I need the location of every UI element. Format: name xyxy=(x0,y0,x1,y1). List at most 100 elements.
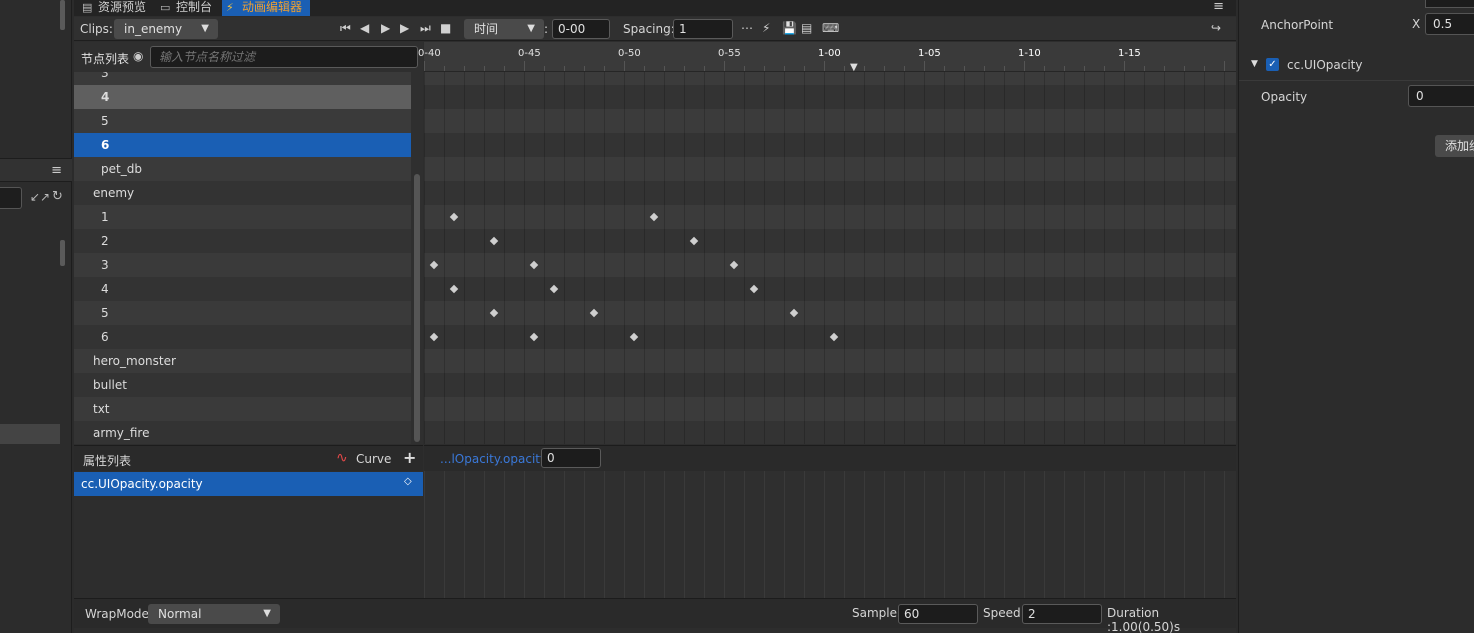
node-row[interactable]: 2 xyxy=(74,229,411,253)
grid-line xyxy=(1084,72,1085,444)
book-icon[interactable]: ▤ xyxy=(801,21,812,35)
exit-icon[interactable]: ↪ xyxy=(1211,21,1221,35)
playhead-marker-icon[interactable]: ▼ xyxy=(850,62,858,73)
grid-line xyxy=(1204,471,1205,598)
curve-icon[interactable]: ∿ xyxy=(336,450,348,466)
left-search-input[interactable] xyxy=(0,187,22,209)
left-panel: ≡ ↙↗ ↻ xyxy=(0,0,72,633)
timeline-row[interactable] xyxy=(424,181,1236,205)
property-row[interactable]: cc.UIOpacity.opacity xyxy=(74,472,423,496)
refresh-icon[interactable]: ↻ xyxy=(52,189,63,204)
speed-input[interactable]: 2 xyxy=(1022,604,1102,624)
ruler-tick xyxy=(504,66,505,71)
time-mode-select[interactable]: 时间 ▼ xyxy=(464,19,544,39)
curve-button[interactable]: Curve xyxy=(356,452,391,466)
property-timeline-label: ...lOpacity.opacity xyxy=(440,452,548,466)
event-icon[interactable]: ⚡ xyxy=(762,21,770,35)
node-row[interactable]: 3 xyxy=(74,253,411,277)
component-enable-checkbox[interactable]: ✓ xyxy=(1266,58,1279,71)
node-row[interactable]: 6 xyxy=(74,133,411,157)
jump-first-icon[interactable]: ⏮ xyxy=(340,21,351,36)
grid-line xyxy=(684,471,685,598)
tab-animation-editor[interactable]: ⚡ 动画编辑器 xyxy=(222,0,310,16)
chevron-down-icon: ▼ xyxy=(263,608,271,619)
node-row[interactable]: bullet xyxy=(74,373,411,397)
property-list-header: 属性列表 ∿ Curve + xyxy=(74,445,423,471)
timeline-row[interactable] xyxy=(424,301,1236,325)
node-scroll-thumb[interactable] xyxy=(414,174,420,442)
anchor-x-input[interactable]: 0.5 xyxy=(1425,13,1474,35)
property-value-input[interactable]: 0 xyxy=(541,448,601,468)
opacity-input[interactable]: 0 xyxy=(1408,85,1474,107)
timeline-row[interactable] xyxy=(424,109,1236,133)
tab-console[interactable]: ▭ 控制台 xyxy=(156,0,220,16)
timeline-grid[interactable] xyxy=(424,72,1236,444)
clip-select[interactable]: in_enemy ▼ xyxy=(114,19,218,39)
timeline-row[interactable] xyxy=(424,229,1236,253)
node-row[interactable]: 5 xyxy=(74,109,411,133)
wrapmode-select[interactable]: Normal ▼ xyxy=(148,604,280,624)
stop-icon[interactable]: ■ xyxy=(440,21,451,35)
timeline-row[interactable] xyxy=(424,373,1236,397)
left-selected-row[interactable] xyxy=(0,424,60,444)
timeline-row[interactable] xyxy=(424,349,1236,373)
left-scrollbar[interactable] xyxy=(60,240,65,266)
node-row[interactable]: hero_monster xyxy=(74,349,411,373)
eye-icon[interactable]: ◉ xyxy=(133,49,143,63)
timeline-row[interactable] xyxy=(424,205,1236,229)
grid-line xyxy=(1224,72,1225,444)
grid-dots-icon[interactable]: ⋯ xyxy=(741,21,753,35)
timeline-ruler[interactable]: 0-40 0-45 0-50 0-55 1-00 1-05 1-10 1-15 xyxy=(418,42,1236,72)
ruler-tick xyxy=(1224,61,1225,71)
timeline-row[interactable] xyxy=(424,72,1236,85)
node-row[interactable]: 5 xyxy=(74,301,411,325)
ruler-tick xyxy=(624,61,625,71)
collapse-icon[interactable]: ↙↗ xyxy=(30,190,50,204)
timeline-row[interactable] xyxy=(424,277,1236,301)
ruler-tick xyxy=(1164,66,1165,71)
sample-input[interactable]: 60 xyxy=(898,604,978,624)
grid-line xyxy=(1044,72,1045,444)
time-input[interactable]: 0-00 xyxy=(552,19,610,39)
node-filter-input[interactable] xyxy=(150,46,418,68)
timeline-row[interactable] xyxy=(424,397,1236,421)
ruler-tick xyxy=(424,61,425,71)
keyframe-diamond-icon[interactable]: ◇ xyxy=(404,476,412,487)
grid-line xyxy=(644,72,645,444)
timeline-row[interactable] xyxy=(424,253,1236,277)
node-row[interactable]: txt xyxy=(74,397,411,421)
timeline-row[interactable] xyxy=(424,157,1236,181)
inspector-input-top[interactable] xyxy=(1425,0,1474,8)
grid-line xyxy=(1064,471,1065,598)
node-row[interactable]: army_fire xyxy=(74,421,411,444)
property-timeline-grid[interactable] xyxy=(424,471,1236,598)
node-row[interactable]: 3 xyxy=(74,72,411,85)
add-property-button[interactable]: + xyxy=(403,448,416,467)
node-row[interactable]: enemy xyxy=(74,181,411,205)
node-row[interactable]: 1 xyxy=(74,205,411,229)
next-frame-icon[interactable]: ▶ xyxy=(400,21,409,35)
prev-frame-icon[interactable]: ◀ xyxy=(360,21,369,35)
ruler-tick xyxy=(1124,61,1125,71)
keyboard-icon[interactable]: ⌨ xyxy=(822,21,839,35)
node-row[interactable]: 6 xyxy=(74,325,411,349)
left-menu-icon[interactable]: ≡ xyxy=(51,163,62,178)
timeline-row[interactable] xyxy=(424,85,1236,109)
spacing-input[interactable]: 1 xyxy=(673,19,733,39)
play-icon[interactable]: ▶ xyxy=(381,21,390,35)
chevron-down-icon: ▼ xyxy=(527,23,535,34)
timeline-row[interactable] xyxy=(424,133,1236,157)
tab-menu-icon[interactable]: ≡ xyxy=(1213,0,1224,14)
save-icon[interactable]: 💾 xyxy=(782,21,797,35)
collapse-triangle-icon[interactable]: ▼ xyxy=(1251,59,1258,69)
left-scrollbar-top[interactable] xyxy=(60,0,65,30)
add-component-button[interactable]: 添加组件 xyxy=(1435,135,1474,157)
node-row[interactable]: 4 xyxy=(74,277,411,301)
ruler-tick xyxy=(1204,66,1205,71)
tab-asset-preview[interactable]: ▤ 资源预览 xyxy=(78,0,154,16)
timeline-row[interactable] xyxy=(424,421,1236,444)
grid-line xyxy=(564,72,565,444)
node-row[interactable]: 4 xyxy=(74,85,411,109)
node-row[interactable]: pet_db xyxy=(74,157,411,181)
jump-last-icon[interactable]: ⏭ xyxy=(420,21,431,36)
